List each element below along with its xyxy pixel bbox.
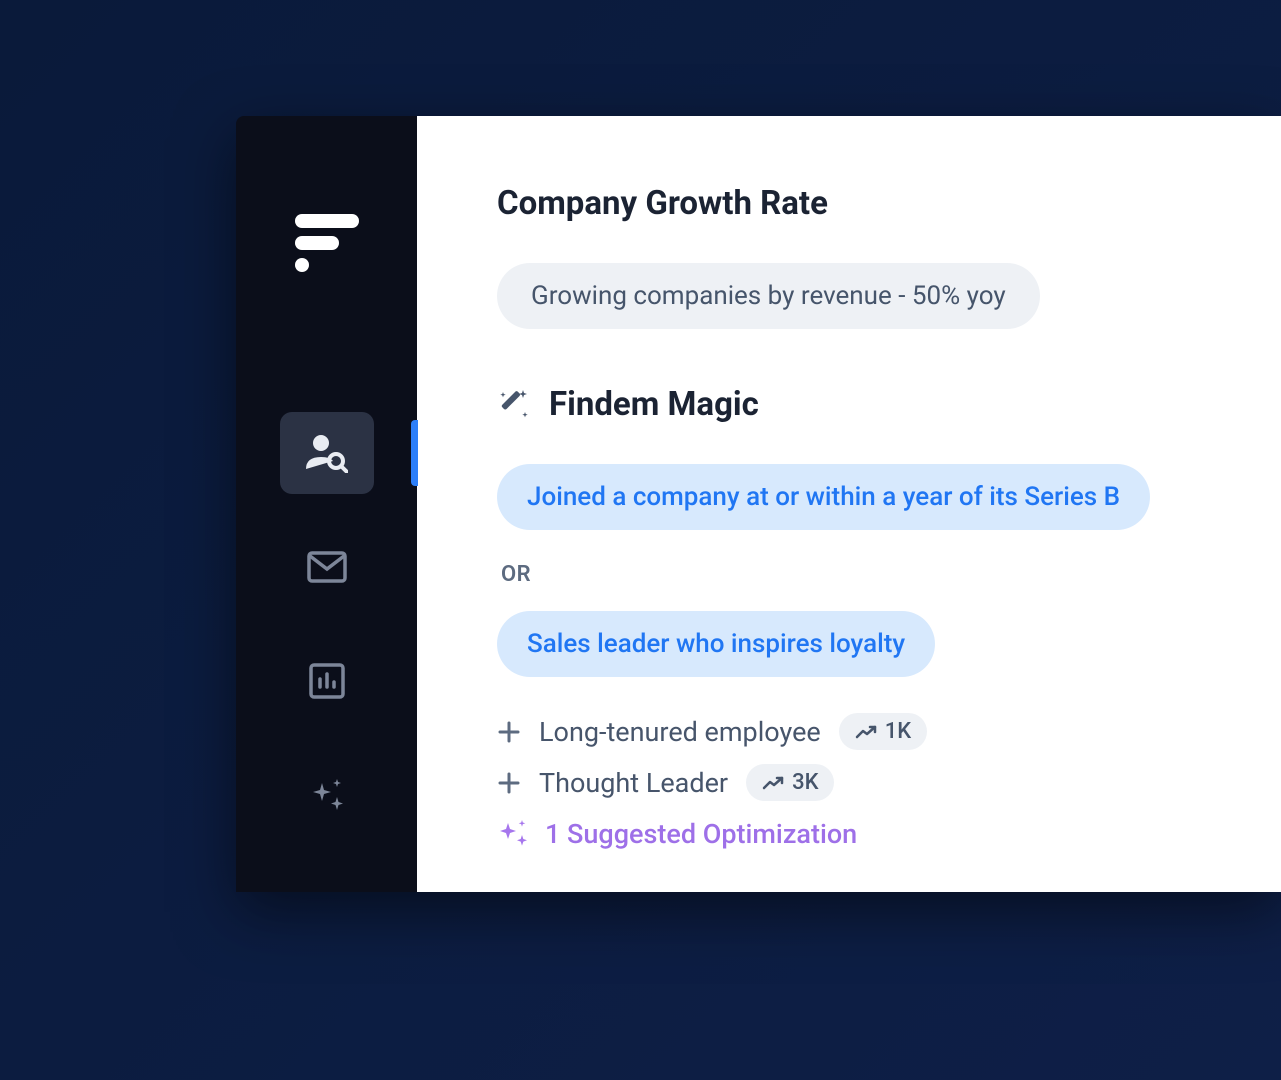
magic-wand-icon: [497, 388, 531, 422]
long-tenured-label: Long-tenured employee: [539, 716, 821, 748]
count-value: 1K: [885, 719, 911, 744]
magic-header: Findem Magic: [497, 385, 1231, 424]
main-panel: Company Growth Rate Growing companies by…: [417, 116, 1281, 892]
suggested-optimization[interactable]: 1 Suggested Optimization: [497, 817, 1231, 851]
growth-rate-title: Company Growth Rate: [497, 184, 1231, 223]
series-b-pill[interactable]: Joined a company at or within a year of …: [497, 464, 1150, 530]
long-tenured-count: 1K: [839, 713, 927, 750]
nav-search[interactable]: [280, 412, 374, 494]
sparkles-icon: [307, 775, 347, 815]
thought-leader-count: 3K: [746, 764, 834, 801]
thought-leader-label: Thought Leader: [539, 767, 728, 799]
nav-mail[interactable]: [280, 526, 374, 608]
sparkles-purple-icon: [497, 817, 531, 851]
mail-icon: [307, 551, 347, 583]
trend-up-icon: [762, 775, 784, 791]
growth-filter-pill[interactable]: Growing companies by revenue - 50% yoy: [497, 263, 1040, 329]
add-long-tenured[interactable]: Long-tenured employee 1K: [497, 713, 1231, 750]
or-divider: OR: [501, 562, 531, 587]
plus-icon: [497, 720, 521, 744]
logo-icon: [295, 214, 359, 272]
add-thought-leader[interactable]: Thought Leader 3K: [497, 764, 1231, 801]
person-search-icon: [306, 433, 348, 473]
nav-magic[interactable]: [280, 754, 374, 836]
count-value: 3K: [792, 770, 818, 795]
suggestion-text: 1 Suggested Optimization: [545, 818, 857, 850]
trend-up-icon: [855, 724, 877, 740]
logo: [295, 214, 359, 272]
app-window: Company Growth Rate Growing companies by…: [236, 116, 1281, 892]
findem-magic-title: Findem Magic: [549, 385, 759, 424]
sales-leader-pill[interactable]: Sales leader who inspires loyalty: [497, 611, 935, 677]
sidebar: [236, 116, 417, 892]
nav-analytics[interactable]: [280, 640, 374, 722]
plus-icon: [497, 771, 521, 795]
bar-chart-icon: [309, 663, 345, 699]
